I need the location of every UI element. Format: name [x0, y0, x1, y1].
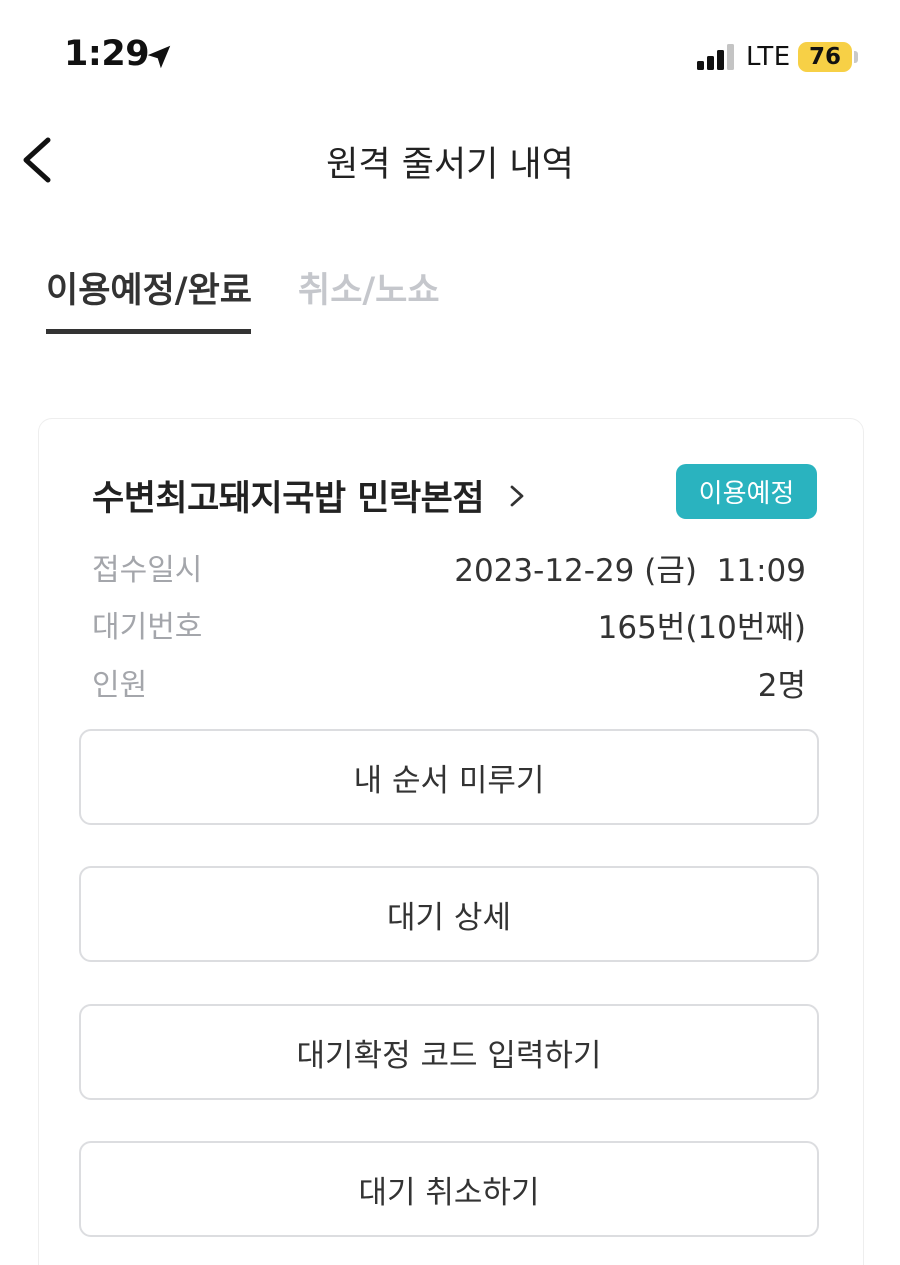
info-value: 165번(10번째) — [597, 610, 806, 646]
info-row-waiting-number: 대기번호 165번(10번째) — [92, 602, 806, 646]
store-name-link[interactable]: 수변최고돼지국밥 민락본점 — [92, 470, 528, 521]
info-value: 2명 — [757, 668, 806, 704]
info-label: 접수일시 — [92, 553, 203, 588]
waiting-detail-button[interactable]: 대기 상세 — [79, 866, 819, 962]
store-name: 수변최고돼지국밥 민락본점 — [92, 479, 485, 519]
tab-cancelled-noshow[interactable]: 취소/노쇼 — [298, 262, 440, 313]
chevron-right-icon — [510, 485, 524, 506]
battery-indicator: 76 — [798, 42, 852, 72]
location-arrow-icon — [147, 45, 171, 69]
tab-upcoming-completed[interactable]: 이용예정/완료 — [46, 262, 252, 313]
status-badge: 이용예정 — [676, 464, 817, 519]
page-title: 원격 줄서기 내역 — [326, 145, 574, 185]
info-label: 대기번호 — [92, 610, 203, 645]
active-tab-indicator — [46, 329, 251, 334]
status-time: 1:29 — [64, 34, 150, 74]
network-type: LTE — [746, 42, 791, 72]
battery-level: 76 — [808, 44, 841, 70]
cancel-waiting-button[interactable]: 대기 취소하기 — [79, 1141, 819, 1237]
info-label: 인원 — [92, 668, 148, 703]
info-row-party-size: 인원 2명 — [92, 660, 806, 704]
info-row-received-time: 접수일시 2023-12-29 (금) 11:09 — [92, 545, 806, 589]
screen: 1:29 LTE 76 원격 줄서기 내역 이용예정/완료 취소/노쇼 수변최고… — [0, 0, 900, 1265]
cellular-signal-icon — [697, 44, 734, 70]
battery-cap — [854, 51, 858, 63]
enter-confirm-code-button[interactable]: 대기확정 코드 입력하기 — [79, 1004, 819, 1100]
postpone-turn-button[interactable]: 내 순서 미루기 — [79, 729, 819, 825]
info-value: 2023-12-29 (금) 11:09 — [454, 553, 806, 589]
